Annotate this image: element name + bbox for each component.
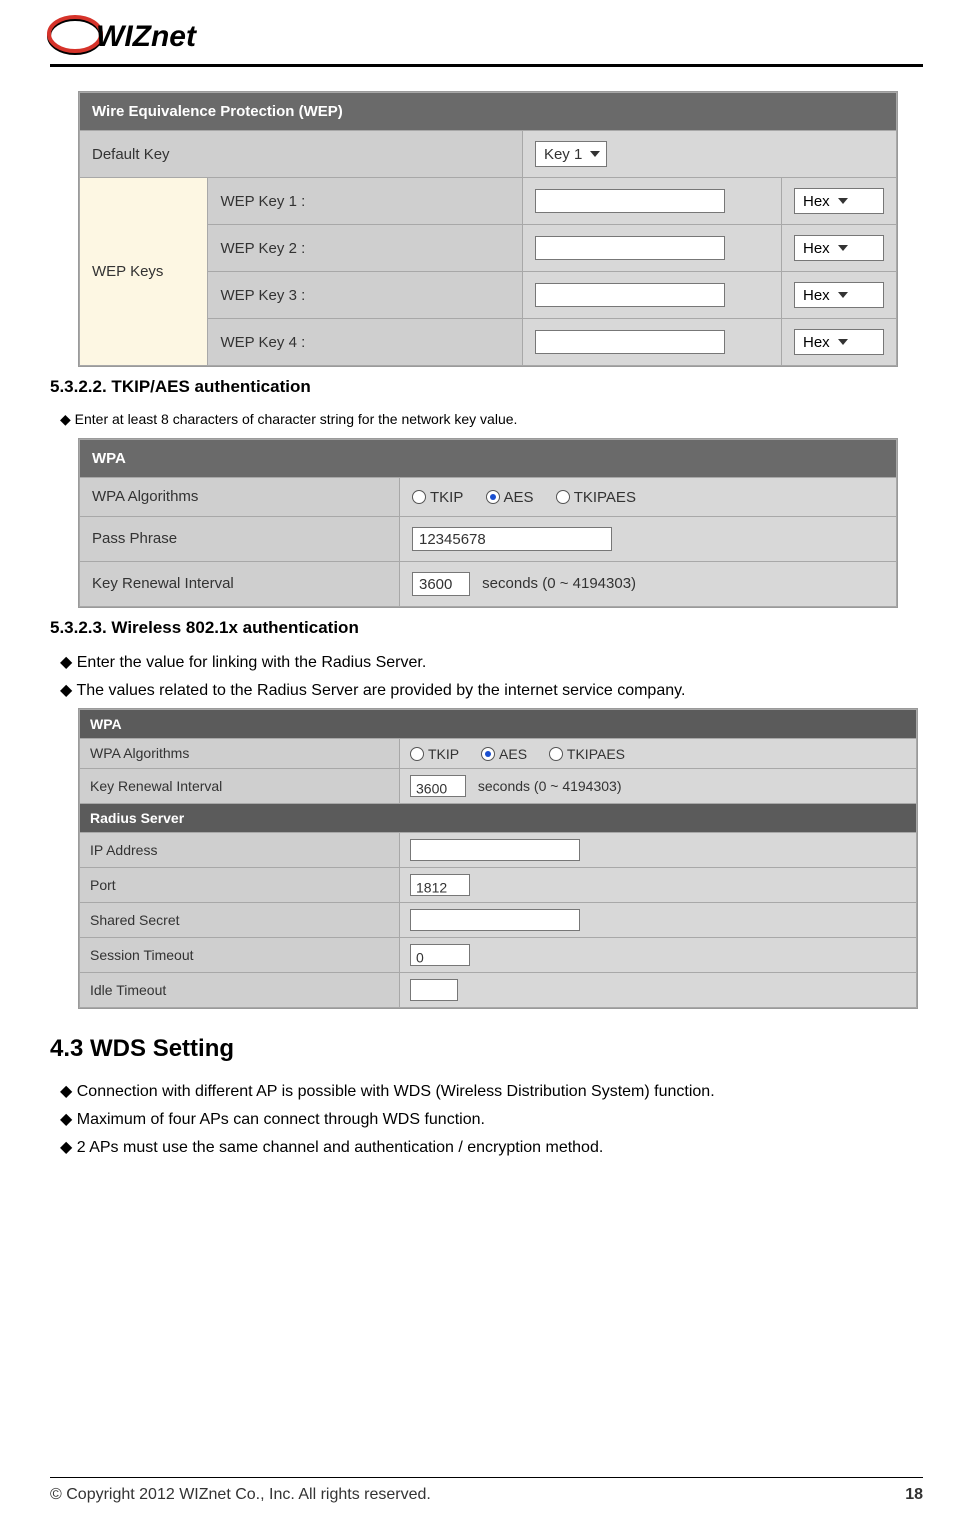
wpa2-algo-label: WPA Algorithms: [80, 738, 400, 768]
bullet-5322: ◆ Enter at least 8 characters of charact…: [60, 411, 923, 428]
radius-ip-label: IP Address: [80, 832, 400, 867]
bullet-5322-text: Enter at least 8 characters of character…: [75, 411, 518, 427]
bullet-43-3-text: 2 APs must use the same channel and auth…: [77, 1139, 604, 1156]
radio2-aes-label: AES: [499, 746, 527, 762]
footer-copyright: © Copyright 2012 WIZnet Co., Inc. All ri…: [50, 1486, 431, 1504]
bullet-5323-2-text: The values related to the Radius Server …: [76, 682, 685, 699]
radio2-aes[interactable]: [481, 747, 495, 761]
bullet-43-1: ◆ Connection with different AP is possib…: [60, 1081, 923, 1101]
wpa1-pass-input[interactable]: 12345678: [412, 527, 612, 551]
wepkey-2-format-select[interactable]: Hex: [794, 235, 884, 261]
header-rule: [50, 64, 923, 67]
svg-text:WIZnet: WIZnet: [96, 20, 198, 53]
wepkey-1-input[interactable]: [535, 189, 725, 213]
bullet-43-1-text: Connection with different AP is possible…: [77, 1083, 715, 1100]
radius-title: Radius Server: [80, 803, 917, 832]
wpa1-screenshot: WPA WPA Algorithms TKIP AES TKIPAES Pass…: [78, 438, 898, 608]
radius-port-label: Port: [80, 867, 400, 902]
wpa1-algo-value: TKIP AES TKIPAES: [400, 478, 897, 517]
radio-tkip-label: TKIP: [430, 489, 463, 506]
wepkey-3-format: Hex: [803, 287, 830, 304]
wepkey-4-input[interactable]: [535, 330, 725, 354]
wepkey-4-format-select[interactable]: Hex: [794, 329, 884, 355]
radio-aes-label: AES: [504, 489, 534, 506]
bullet-5323-1-text: Enter the value for linking with the Rad…: [77, 654, 427, 671]
wpa2-title: WPA: [80, 709, 917, 738]
wpa1-renewal-suffix: seconds (0 ~ 4194303): [482, 575, 636, 592]
heading-5322: 5.3.2.2. TKIP/AES authentication: [50, 377, 923, 397]
radio-tkip[interactable]: [412, 490, 426, 504]
chevron-down-icon: [838, 198, 848, 204]
default-key-label: Default Key: [80, 131, 523, 178]
radius-session-label: Session Timeout: [80, 937, 400, 972]
wpa2-renewal-input[interactable]: 3600: [410, 775, 466, 797]
wep-title: Wire Equivalence Protection (WEP): [80, 93, 897, 131]
radius-ip-input[interactable]: [410, 839, 580, 861]
radio2-tkipaes[interactable]: [549, 747, 563, 761]
radius-port-input[interactable]: 1812: [410, 874, 470, 896]
bullet-43-2-text: Maximum of four APs can connect through …: [77, 1111, 485, 1128]
radio2-tkip[interactable]: [410, 747, 424, 761]
wpa2-screenshot: WPA WPA Algorithms TKIP AES TKIPAES Key …: [78, 708, 918, 1009]
default-key-value: Key 1: [544, 146, 582, 163]
chevron-down-icon: [590, 151, 600, 157]
radius-port-value: 1812: [416, 879, 447, 895]
heading-5323: 5.3.2.3. Wireless 802.1x authentication: [50, 618, 923, 638]
radius-secret-input[interactable]: [410, 909, 580, 931]
radius-idle-label: Idle Timeout: [80, 972, 400, 1007]
radio-tkipaes[interactable]: [556, 490, 570, 504]
wpa1-renewal-value: 3600: [419, 576, 452, 593]
wepkey-2-format: Hex: [803, 240, 830, 257]
bullet-5323-2: ◆ The values related to the Radius Serve…: [60, 680, 923, 700]
wpa1-pass-value: 12345678: [419, 531, 486, 548]
wepkey-4-label: WEP Key 4 :: [208, 319, 522, 366]
bullet-43-3: ◆ 2 APs must use the same channel and au…: [60, 1137, 923, 1157]
wpa2-algo-value: TKIP AES TKIPAES: [400, 738, 917, 768]
bullet-5323-1: ◆ Enter the value for linking with the R…: [60, 652, 923, 672]
radius-idle-input[interactable]: [410, 979, 458, 1001]
wepkey-3-format-select[interactable]: Hex: [794, 282, 884, 308]
radio-aes[interactable]: [486, 490, 500, 504]
radius-secret-label: Shared Secret: [80, 902, 400, 937]
chevron-down-icon: [838, 245, 848, 251]
radio-tkipaes-label: TKIPAES: [574, 489, 636, 506]
bullet-43-2: ◆ Maximum of four APs can connect throug…: [60, 1109, 923, 1129]
wepkey-4-format: Hex: [803, 334, 830, 351]
wepkey-1-format-select[interactable]: Hex: [794, 188, 884, 214]
wepkey-1-label: WEP Key 1 :: [208, 178, 522, 225]
page-number: 18: [905, 1486, 923, 1504]
wpa1-pass-label: Pass Phrase: [80, 516, 400, 561]
radio2-tkip-label: TKIP: [428, 746, 459, 762]
wepkeys-label: WEP Keys: [80, 178, 208, 366]
wepkey-1-format: Hex: [803, 193, 830, 210]
wepkey-2-label: WEP Key 2 :: [208, 225, 522, 272]
wepkey-2-input[interactable]: [535, 236, 725, 260]
wpa1-renewal-label: Key Renewal Interval: [80, 561, 400, 606]
heading-43: 4.3 WDS Setting: [50, 1035, 923, 1063]
chevron-down-icon: [838, 339, 848, 345]
wpa2-renewal-value: 3600: [416, 780, 447, 796]
chevron-down-icon: [838, 292, 848, 298]
wpa1-title: WPA: [80, 440, 897, 478]
wpa2-renewal-label: Key Renewal Interval: [80, 768, 400, 803]
wpa2-renewal-suffix: seconds (0 ~ 4194303): [478, 778, 622, 794]
wepkey-3-input[interactable]: [535, 283, 725, 307]
wep-screenshot: Wire Equivalence Protection (WEP) Defaul…: [78, 91, 898, 367]
brand-logo: WIZnet: [40, 10, 923, 58]
radius-session-input[interactable]: 0: [410, 944, 470, 966]
wepkey-3-label: WEP Key 3 :: [208, 272, 522, 319]
footer-rule: [50, 1477, 923, 1478]
radius-session-value: 0: [416, 949, 424, 965]
radio2-tkipaes-label: TKIPAES: [567, 746, 625, 762]
default-key-select[interactable]: Key 1: [535, 141, 607, 167]
wpa1-renewal-input[interactable]: 3600: [412, 572, 470, 596]
wpa1-algo-label: WPA Algorithms: [80, 478, 400, 517]
